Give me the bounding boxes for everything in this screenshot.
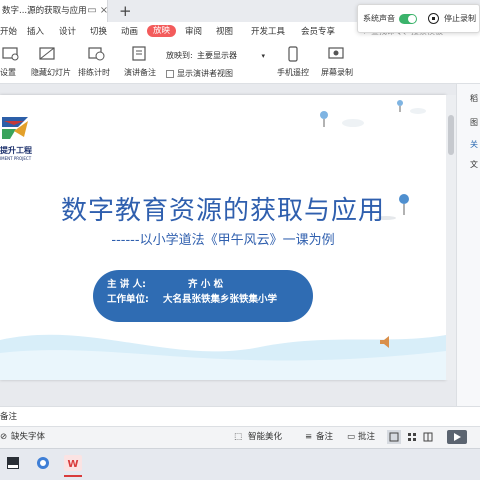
right-side-pane	[456, 84, 480, 406]
missing-font-icon[interactable]: ⊘	[0, 431, 7, 443]
monitor-select[interactable]: 主要显示器 ▾	[197, 50, 267, 62]
recording-panel: 系统声音 停止录制	[357, 4, 480, 33]
menu-review[interactable]: 审阅	[185, 26, 202, 38]
menu-home[interactable]: 开始	[0, 26, 17, 38]
system-sound-label: 系统声音	[363, 14, 395, 23]
unit-name: 大名县张铁集乡张铁集小学	[163, 294, 278, 305]
svg-text:W: W	[67, 459, 78, 470]
taskbar-app-icon[interactable]	[6, 456, 20, 470]
setup-label[interactable]: 设置	[0, 68, 16, 78]
speaker-label: 主 讲 人:	[107, 279, 146, 290]
hide-slide-label[interactable]: 隐藏幻灯片	[31, 68, 71, 78]
presenter-view-label[interactable]: 显示演讲者视图	[177, 69, 233, 79]
screen-record-icon[interactable]	[328, 46, 346, 62]
phone-remote-icon[interactable]	[284, 46, 302, 62]
speaker-info-box: 主 讲 人: 齐 小 松 工作单位: 大名县张铁集乡张铁集小学	[93, 270, 313, 322]
menu-animation[interactable]: 动画	[121, 26, 138, 38]
audio-icon[interactable]	[378, 335, 394, 349]
chevron-down-icon: ▾	[261, 52, 265, 60]
speaker-name: 齐 小 松	[188, 279, 224, 290]
logo-subtext: IMENT PROJECT	[0, 156, 32, 161]
beautify-icon[interactable]: ⬚	[234, 431, 242, 443]
browser-icon[interactable]	[36, 456, 50, 470]
screen-icon[interactable]: ▭	[86, 5, 98, 17]
rehearse-label[interactable]: 排练计时	[78, 68, 110, 78]
right-pane-item-4[interactable]: 文	[470, 160, 478, 170]
presenter-notes-label[interactable]: 演讲备注	[124, 68, 156, 78]
stop-record-icon[interactable]	[428, 13, 439, 24]
rehearse-timer-icon[interactable]	[88, 46, 106, 62]
project-logo-icon	[2, 117, 28, 139]
setup-icon[interactable]	[2, 46, 20, 62]
scrollbar-thumb[interactable]	[448, 115, 454, 155]
show-on-label: 放映到:	[166, 51, 193, 60]
wps-icon[interactable]: W	[64, 455, 82, 471]
menu-member[interactable]: 会员专享	[301, 26, 335, 38]
presenter-view-checkbox[interactable]	[166, 70, 174, 78]
active-app-indicator	[64, 475, 82, 477]
hide-slide-icon[interactable]	[38, 46, 56, 62]
unit-label: 工作单位:	[107, 294, 149, 305]
new-tab-icon[interactable]: +	[119, 2, 132, 20]
menu-developer[interactable]: 开发工具	[251, 26, 285, 38]
right-pane-item-1[interactable]: 稻	[470, 94, 478, 104]
comment-icon[interactable]: ▭	[347, 431, 355, 443]
right-pane-item-2[interactable]: 图	[470, 118, 478, 128]
system-sound-toggle[interactable]	[399, 14, 417, 24]
presenter-notes-icon[interactable]	[131, 46, 149, 62]
slide-subtitle: ------以小学道法《甲午风云》一课为例	[111, 233, 335, 248]
notes-toggle-label[interactable]: 备注	[316, 431, 333, 443]
right-pane-item-3[interactable]: 关	[470, 140, 478, 150]
menu-view[interactable]: 视图	[216, 26, 233, 38]
logo-text: 提升工程	[0, 146, 32, 155]
monitor-select-value: 主要显示器	[197, 51, 237, 60]
missing-font-label[interactable]: 缺失字体	[11, 431, 45, 443]
menu-insert[interactable]: 插入	[27, 26, 44, 38]
notes-bar[interactable]: 备注	[0, 406, 480, 426]
notes-label: 备注	[0, 412, 18, 422]
stop-record-label[interactable]: 停止录制	[444, 13, 476, 25]
menu-slideshow[interactable]: 放映	[147, 25, 177, 37]
slide-title: 数字教育资源的获取与应用	[60, 196, 385, 226]
comments-label[interactable]: 批注	[358, 431, 375, 443]
notes-toggle-icon[interactable]: ≡	[305, 431, 312, 443]
ribbon	[0, 42, 480, 84]
phone-remote-label[interactable]: 手机遥控	[277, 68, 309, 78]
app-window: 数字...源的获取与应用 ▭ × + 开始 插入 设计 切换 动画 放映 审阅 …	[0, 0, 480, 480]
slide[interactable]: 提升工程 IMENT PROJECT 数字教育资源的获取与应用 ------以小…	[0, 95, 446, 380]
menu-transition[interactable]: 切换	[90, 26, 107, 38]
close-tab-icon[interactable]: ×	[98, 5, 110, 17]
document-tab-title: 数字...源的获取与应用	[2, 6, 87, 16]
beautify-label[interactable]: 智能美化	[248, 431, 282, 443]
play-slideshow-button[interactable]	[447, 430, 467, 444]
screen-record-label[interactable]: 屏幕录制	[321, 68, 353, 78]
view-buttons	[387, 430, 433, 444]
menu-design[interactable]: 设计	[59, 26, 76, 38]
